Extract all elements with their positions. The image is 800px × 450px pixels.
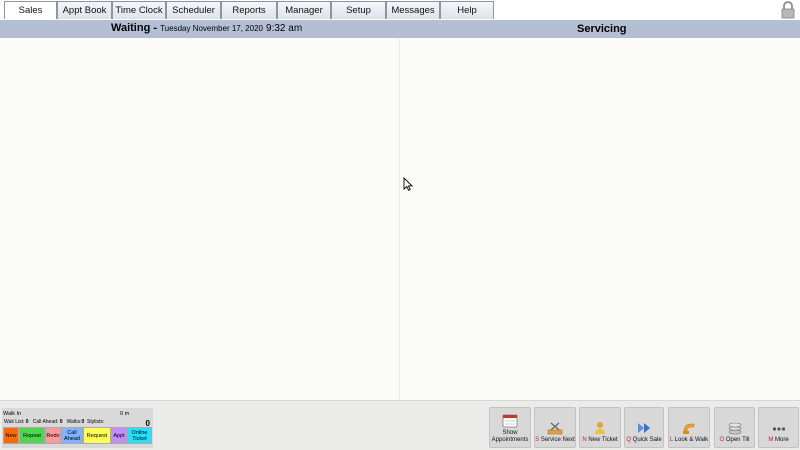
more-text: More (775, 437, 789, 443)
walk-in-online-ticket-button[interactable]: Online Ticket (127, 427, 152, 444)
call-ahead-value: 0 (59, 419, 63, 425)
walk-in-appt-button[interactable]: Appt (111, 427, 127, 444)
show-appointments-text: Show Appointments (491, 430, 529, 443)
calendar-icon (502, 414, 518, 428)
main-tab-bar: Sales Appt Book Time Clock Scheduler Rep… (0, 0, 800, 20)
tab-time-clock[interactable]: Time Clock (112, 1, 166, 19)
new-ticket-text: New Ticket (588, 437, 618, 443)
waiting-heading: Waiting - Tuesday November 17, 2020 9:32… (111, 22, 302, 34)
open-till-button[interactable]: O Open Till (714, 407, 755, 448)
look-and-walk-text: Look & Walk (674, 437, 709, 443)
mouse-pointer-icon (403, 177, 413, 191)
call-ahead-label: Call Ahead: (32, 419, 59, 425)
quick-sale-text: Quick Sale (632, 437, 662, 443)
show-appointments-button[interactable]: Show Appointments (489, 407, 531, 448)
open-till-label: O Open Till (719, 437, 749, 444)
walk-in-duration: 0 m (120, 411, 130, 417)
walk-in-new-button[interactable]: New (3, 427, 19, 444)
sign-icon (683, 423, 695, 434)
service-next-button[interactable]: S Service Next (534, 407, 576, 448)
walk-in-call-ahead-button[interactable]: Call Ahead (61, 427, 83, 444)
tab-help[interactable]: Help (440, 1, 494, 19)
scissors-icon (547, 422, 563, 435)
servicing-heading: Servicing (577, 23, 627, 35)
quick-sale-shortcut: Q (626, 437, 631, 443)
stylists-label: Stylists: (87, 419, 105, 425)
fast-forward-icon (638, 423, 650, 433)
show-appointments-label: Show Appointments (490, 430, 530, 444)
walks-label: Walks: (66, 419, 82, 425)
new-ticket-label: N New Ticket (582, 437, 617, 444)
walk-in-request-button[interactable]: Request (83, 427, 111, 444)
tab-scheduler[interactable]: Scheduler (166, 1, 221, 19)
tab-messages[interactable]: Messages (386, 1, 440, 19)
walk-in-title: Walk In (3, 411, 22, 417)
wait-list-value: 0 (25, 419, 29, 425)
waiting-label: Waiting - (111, 22, 158, 34)
tab-reports[interactable]: Reports (221, 1, 277, 19)
look-and-walk-label: L Look & Walk (670, 437, 708, 444)
wait-list-label: Wait List: (4, 419, 25, 425)
current-time: 9:32 am (266, 23, 303, 34)
walks-value: 0 (81, 419, 85, 425)
service-next-shortcut: S (535, 437, 540, 443)
coins-icon (728, 422, 741, 435)
service-next-text: Service Next (540, 437, 575, 443)
service-next-label: S Service Next (535, 437, 575, 444)
open-till-shortcut: O (719, 437, 725, 443)
new-ticket-shortcut: N (582, 437, 587, 443)
more-shortcut: M (768, 437, 774, 443)
walk-in-panel: Walk In 0 m Wait List: 0 Call Ahead: 0 W… (2, 408, 153, 448)
walk-in-redo-button[interactable]: Redo (45, 427, 61, 444)
open-till-text: Open Till (725, 437, 750, 443)
waiting-list-pane[interactable] (0, 38, 400, 400)
quick-sale-label: Q Quick Sale (626, 437, 661, 444)
quick-sale-button[interactable]: Q Quick Sale (624, 407, 664, 448)
tab-manager[interactable]: Manager (277, 1, 331, 19)
look-and-walk-button[interactable]: L Look & Walk (668, 407, 710, 448)
walk-in-stats: Wait List: 0 Call Ahead: 0 Walks:0 Styli… (4, 419, 104, 425)
servicing-pane[interactable] (400, 38, 800, 400)
lock-icon[interactable] (780, 1, 796, 19)
new-ticket-button[interactable]: N New Ticket (579, 407, 621, 448)
tab-sales[interactable]: Sales (4, 1, 57, 19)
tab-setup[interactable]: Setup (331, 1, 386, 19)
more-dots-icon (772, 427, 785, 431)
more-label: M More (768, 437, 788, 444)
more-button[interactable]: M More (758, 407, 799, 448)
walk-in-repeat-button[interactable]: Repeat (19, 427, 45, 444)
current-date: Tuesday November 17, 2020 (160, 24, 263, 33)
look-and-walk-shortcut: L (669, 437, 673, 443)
status-header: Waiting - Tuesday November 17, 2020 9:32… (0, 20, 800, 38)
tab-appt-book[interactable]: Appt Book (57, 1, 112, 19)
person-ticket-icon (595, 422, 605, 434)
